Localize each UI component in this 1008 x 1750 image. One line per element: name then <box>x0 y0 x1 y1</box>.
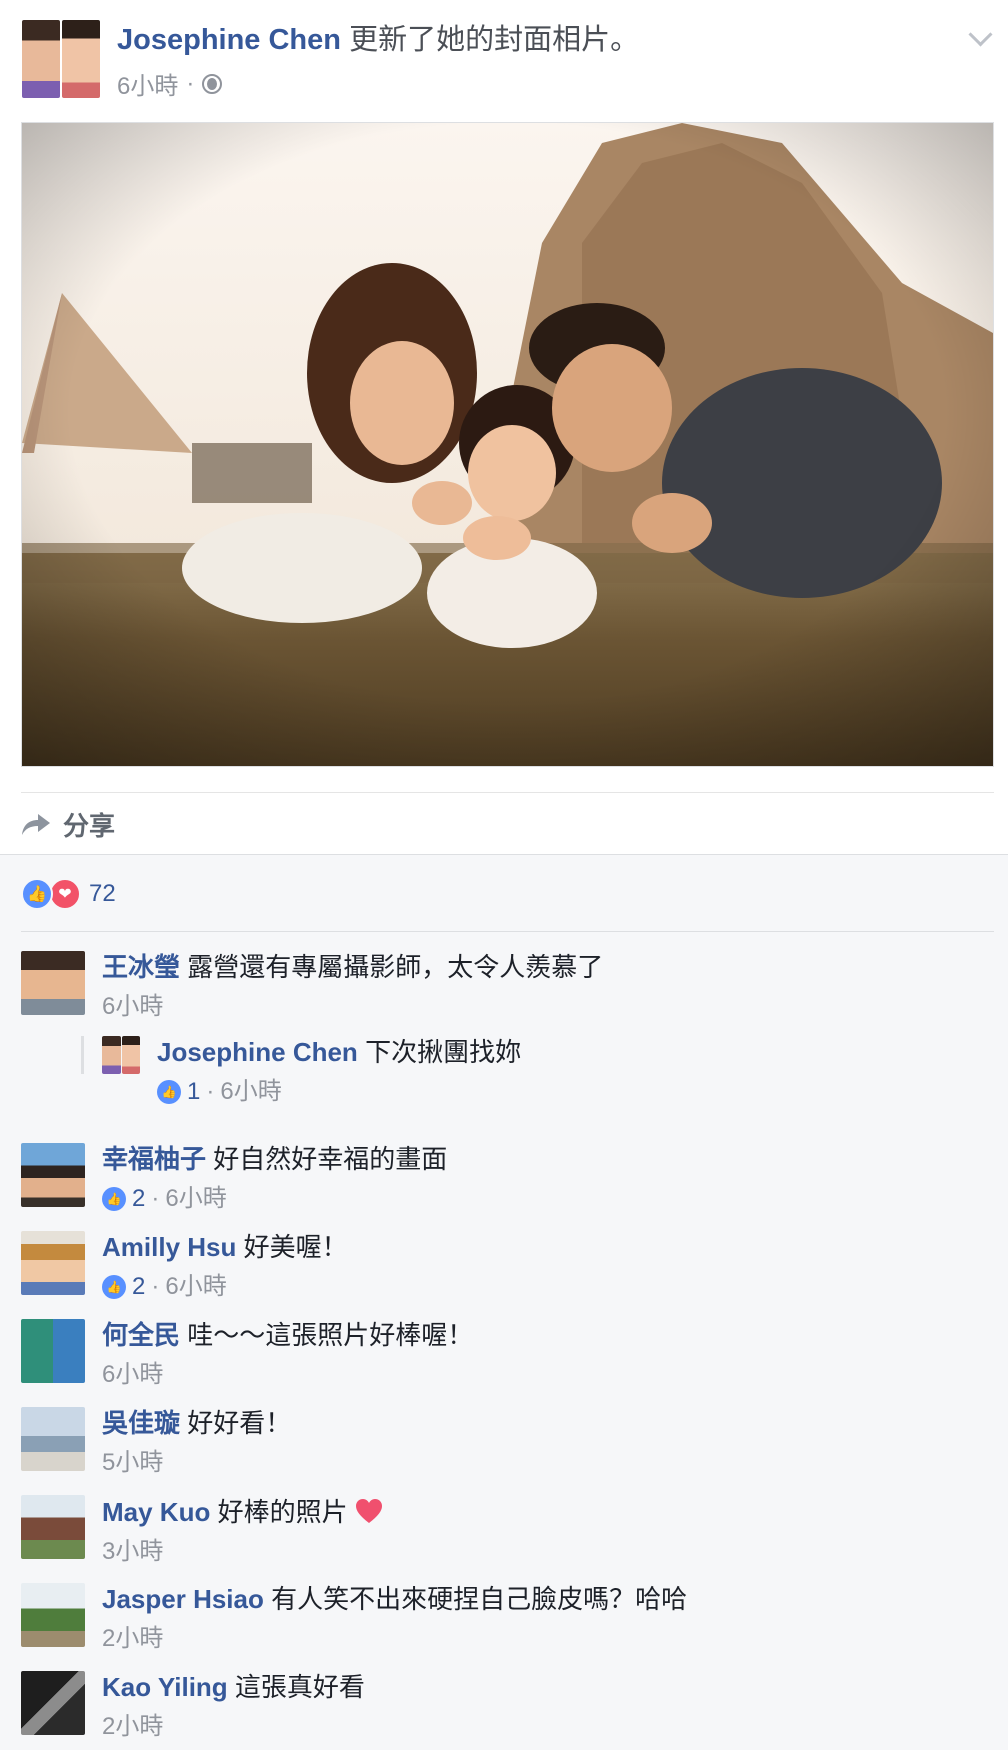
commenter-avatar[interactable] <box>21 1407 85 1471</box>
comment-time[interactable]: 2小時 <box>102 1711 163 1743</box>
post-header: Josephine Chen 更新了她的封面相片。 <box>117 22 639 58</box>
reply-time[interactable]: 6小時 <box>220 1076 281 1108</box>
author-avatar[interactable] <box>22 20 100 98</box>
comment-time[interactable]: 3小時 <box>102 1536 163 1568</box>
comment-text: 好好看！ <box>187 1408 292 1438</box>
comment-text: 這張真好看 <box>234 1672 365 1702</box>
comment-text: 哇～～這張照片好棒喔！ <box>187 1320 474 1350</box>
comment-time[interactable]: 6小時 <box>165 1183 226 1215</box>
replier-avatar[interactable] <box>102 1036 140 1074</box>
meta-separator: · <box>186 69 195 97</box>
commenter-avatar[interactable] <box>21 1319 85 1383</box>
avatar-photo-left <box>22 20 60 98</box>
reactions-divider <box>21 931 994 932</box>
love-reaction-icon: ❤ <box>49 878 81 910</box>
like-icon: 👍 <box>102 1187 126 1211</box>
like-icon: 👍 <box>102 1275 126 1299</box>
share-button[interactable]: 分享 <box>21 806 115 842</box>
comment-time[interactable]: 2小時 <box>102 1623 163 1655</box>
avatar-photo-left <box>102 1036 121 1074</box>
reaction-count[interactable]: 72 <box>89 880 116 908</box>
commenter-avatar[interactable] <box>21 1143 85 1207</box>
reply-like-count[interactable]: 1 <box>187 1076 200 1108</box>
post-meta: 6小時 · <box>117 66 223 101</box>
comment-time[interactable]: 6小時 <box>102 1359 163 1391</box>
avatar-photo-right <box>121 1036 140 1074</box>
reply-thread-line <box>81 1036 84 1074</box>
comment-time[interactable]: 6小時 <box>102 991 163 1023</box>
commenter-name[interactable]: 王冰瑩 <box>102 952 180 982</box>
action-divider <box>21 792 994 793</box>
section-divider <box>0 854 1008 855</box>
author-name-link[interactable]: Josephine Chen <box>117 24 341 56</box>
replier-name[interactable]: Josephine Chen <box>157 1037 358 1067</box>
commenter-name[interactable]: 何全民 <box>102 1320 180 1350</box>
meta-separator: · <box>206 1078 215 1105</box>
reactions-summary[interactable]: 👍 ❤ 72 <box>21 876 116 912</box>
globe-icon[interactable] <box>202 73 223 94</box>
commenter-name[interactable]: Kao Yiling <box>102 1672 228 1702</box>
like-reaction-icon: 👍 <box>21 878 53 910</box>
comment-text: 好美喔！ <box>243 1232 348 1262</box>
commenter-avatar[interactable] <box>21 1231 85 1295</box>
commenter-name[interactable]: 幸福柚子 <box>102 1144 206 1174</box>
post-action-text: 更新了她的封面相片。 <box>349 24 640 56</box>
comment-text: 有人笑不出來硬捏自己臉皮嗎？哈哈 <box>271 1584 688 1614</box>
reply-text: 下次揪團找妳 <box>365 1037 522 1067</box>
comment-text: 露營還有專屬攝影師，太令人羨慕了 <box>187 952 604 982</box>
share-arrow-icon <box>22 814 50 835</box>
comment-time[interactable]: 6小時 <box>165 1271 226 1303</box>
commenter-name[interactable]: Amilly Hsu <box>102 1232 236 1262</box>
comment-time[interactable]: 5小時 <box>102 1447 163 1479</box>
cover-photo[interactable] <box>21 122 994 767</box>
heart-icon <box>355 1499 382 1523</box>
comment-like-count[interactable]: 2 <box>132 1183 145 1215</box>
meta-separator: · <box>151 1185 160 1212</box>
commenter-avatar[interactable] <box>21 1671 85 1735</box>
commenter-avatar[interactable] <box>21 1495 85 1559</box>
commenter-name[interactable]: 吳佳璇 <box>102 1408 180 1438</box>
commenter-name[interactable]: Jasper Hsiao <box>102 1584 264 1614</box>
like-icon: 👍 <box>157 1080 181 1104</box>
commenter-avatar[interactable] <box>21 1583 85 1647</box>
avatar-photo-right <box>62 20 100 98</box>
comment-like-count[interactable]: 2 <box>132 1271 145 1303</box>
commenter-avatar[interactable] <box>21 951 85 1015</box>
post-timestamp[interactable]: 6小時 <box>117 66 178 101</box>
commenter-name[interactable]: May Kuo <box>102 1497 210 1527</box>
comment-text: 好棒的照片 <box>217 1497 348 1527</box>
share-label: 分享 <box>63 810 116 841</box>
comment-text: 好自然好幸福的畫面 <box>213 1144 448 1174</box>
meta-separator: · <box>151 1273 160 1300</box>
